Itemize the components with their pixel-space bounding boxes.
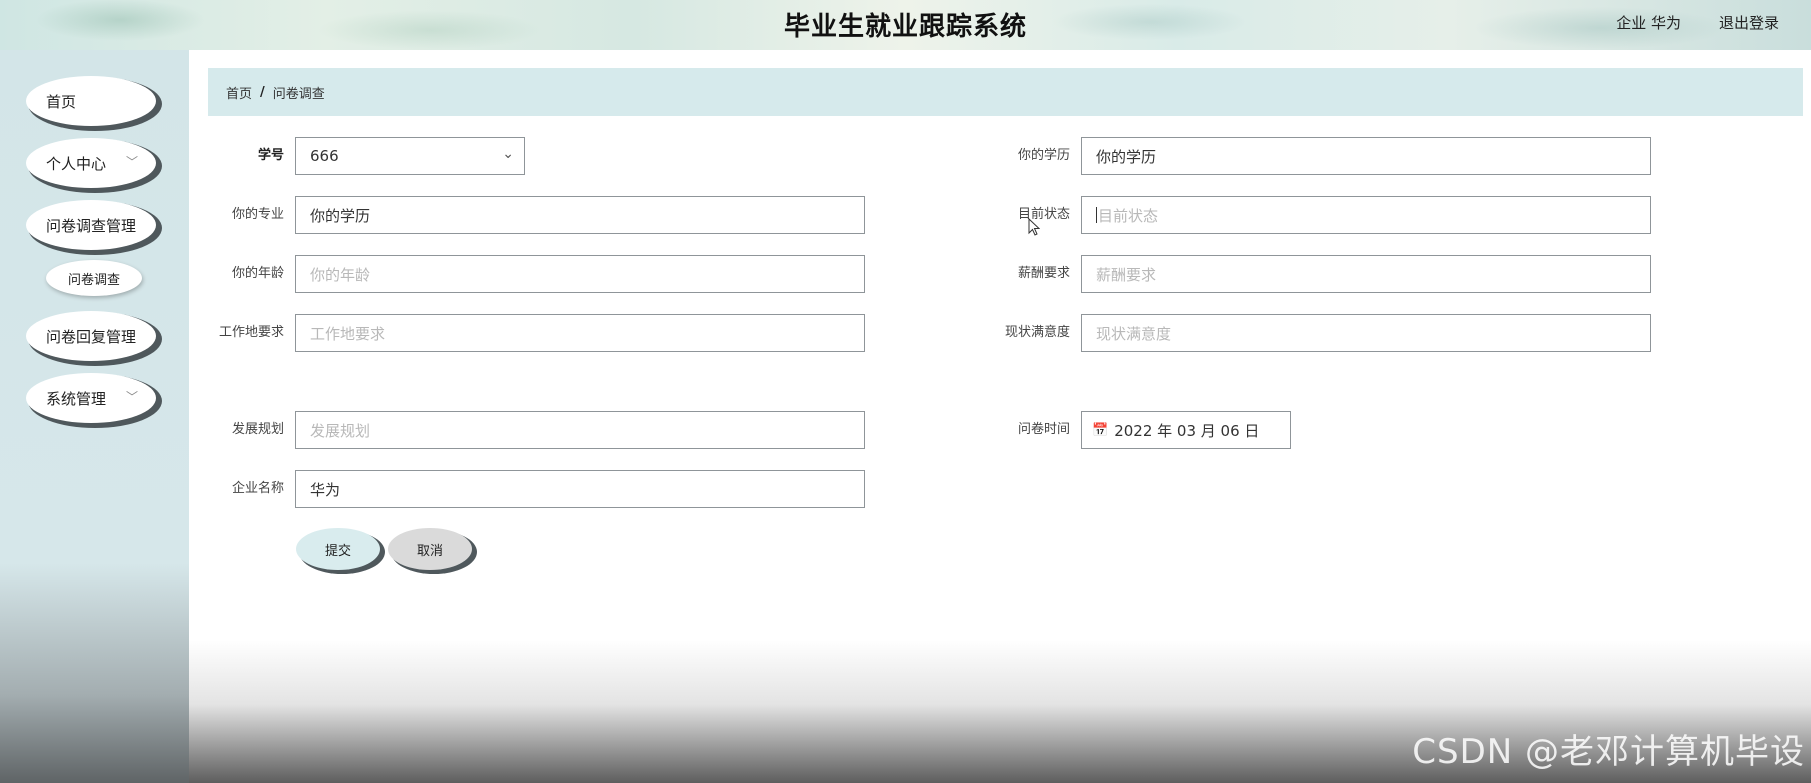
breadcrumb: 首页 / 问卷调查	[208, 68, 1803, 116]
survey-time-value: 2022 年 03 月 06 日	[1114, 421, 1260, 440]
company-input[interactable]: 华为	[295, 470, 865, 508]
breadcrumb-separator: /	[260, 84, 265, 100]
work-location-label: 工作地要求	[218, 325, 284, 340]
satisfaction-placeholder: 现状满意度	[1096, 324, 1172, 343]
salary-input[interactable]: 薪酬要求	[1081, 255, 1651, 293]
calendar-icon: 📅	[1092, 422, 1109, 438]
breadcrumb-current: 问卷调查	[272, 86, 325, 102]
sidebar-item-label: 系统管理	[46, 389, 107, 408]
top-header: 毕业生就业跟踪系统 企业 华为 退出登录	[0, 0, 1811, 50]
sidebar-subitem-survey[interactable]: 问卷调查	[46, 260, 142, 296]
current-user-label: 企业 华为	[1616, 14, 1681, 32]
sidebar-item-label: 问卷调查	[67, 272, 120, 288]
major-value: 你的学历	[310, 206, 371, 225]
text-cursor	[1096, 207, 1097, 223]
development-placeholder: 发展规划	[310, 421, 371, 440]
sidebar: 首页 个人中心 ﹀ 问卷调查管理 问卷调查 问卷回复管理 系统管理 ﹀	[0, 50, 189, 783]
sidebar-item-label: 个人中心	[46, 154, 107, 173]
sidebar-item-system-management[interactable]: 系统管理 ﹀	[26, 373, 156, 423]
status-placeholder: 目前状态	[1098, 206, 1159, 225]
survey-time-label: 问卷时间	[1017, 422, 1070, 437]
survey-time-datepicker[interactable]: 📅 2022 年 03 月 06 日	[1081, 411, 1291, 449]
mouse-cursor-icon	[1028, 218, 1040, 236]
chevron-down-icon: ⌄	[502, 146, 514, 162]
education-label: 你的学历	[1017, 148, 1070, 163]
submit-button[interactable]: 提交	[296, 528, 380, 570]
sidebar-item-label: 问卷调查管理	[46, 216, 137, 235]
salary-placeholder: 薪酬要求	[1096, 265, 1157, 284]
age-input[interactable]: 你的年龄	[295, 255, 865, 293]
chevron-down-icon: ﹀	[125, 155, 138, 169]
work-location-placeholder: 工作地要求	[310, 324, 386, 343]
education-input[interactable]: 你的学历	[1081, 137, 1651, 175]
logout-link[interactable]: 退出登录	[1719, 12, 1779, 33]
development-label: 发展规划	[231, 422, 284, 437]
company-label: 企业名称	[231, 481, 284, 496]
company-value: 华为	[310, 480, 341, 499]
chevron-down-icon: ﹀	[125, 390, 138, 404]
work-location-input[interactable]: 工作地要求	[295, 314, 865, 352]
cancel-button[interactable]: 取消	[388, 528, 472, 570]
age-label: 你的年龄	[231, 266, 284, 281]
app-title: 毕业生就业跟踪系统	[783, 12, 1027, 42]
age-placeholder: 你的年龄	[310, 265, 371, 284]
satisfaction-input[interactable]: 现状满意度	[1081, 314, 1651, 352]
development-input[interactable]: 发展规划	[295, 411, 865, 449]
sidebar-item-home[interactable]: 首页	[26, 76, 156, 126]
student-id-label: 学号	[257, 148, 284, 163]
sidebar-item-label: 问卷回复管理	[46, 327, 137, 346]
sidebar-item-survey-reply-management[interactable]: 问卷回复管理	[26, 311, 156, 361]
student-id-select[interactable]: 666 ⌄	[295, 137, 525, 175]
student-id-value: 666	[310, 147, 339, 165]
major-label: 你的专业	[231, 207, 284, 222]
education-value: 你的学历	[1096, 147, 1157, 166]
sidebar-item-personal-center[interactable]: 个人中心 ﹀	[26, 138, 156, 188]
major-input[interactable]: 你的学历	[295, 196, 865, 234]
sidebar-item-label: 首页	[46, 92, 77, 111]
sidebar-item-survey-management[interactable]: 问卷调查管理	[26, 200, 156, 250]
status-input[interactable]: 目前状态	[1081, 196, 1651, 234]
salary-label: 薪酬要求	[1017, 266, 1070, 281]
watermark: CSDN @老邓计算机毕设	[1412, 732, 1805, 772]
satisfaction-label: 现状满意度	[1004, 325, 1070, 340]
breadcrumb-home[interactable]: 首页	[226, 83, 252, 102]
